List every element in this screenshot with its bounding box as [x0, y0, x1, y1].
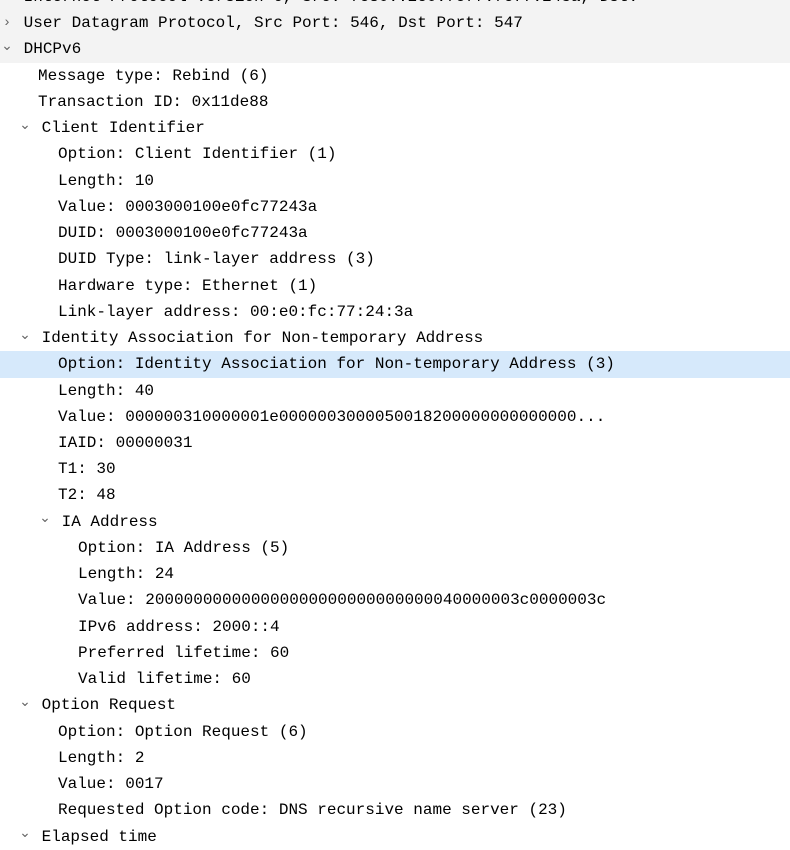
field-label: Value: 0017 [58, 775, 164, 793]
field-label: Length: 2 [58, 749, 144, 767]
tree-row[interactable]: Length: 2 [0, 745, 790, 771]
tree-row[interactable]: Valid lifetime: 60 [0, 666, 790, 692]
field-label: T1: 30 [58, 460, 116, 478]
tree-row-dhcpv6[interactable]: DHCPv6 [0, 36, 790, 62]
chevron-down-icon[interactable] [18, 117, 32, 140]
tree-row-client-id[interactable]: Client Identifier [0, 115, 790, 141]
chevron-down-icon[interactable] [18, 694, 32, 717]
tree-row[interactable]: DUID Type: link-layer address (3) [0, 246, 790, 272]
tree-row[interactable]: Preferred lifetime: 60 [0, 640, 790, 666]
field-label: Hardware type: Ethernet (1) [58, 277, 317, 295]
tree-row[interactable]: T1: 30 [0, 456, 790, 482]
tree-row-ia-na[interactable]: Identity Association for Non-temporary A… [0, 325, 790, 351]
field-label: DUID: 0003000100e0fc77243a [58, 224, 308, 242]
tree-row[interactable]: IAID: 00000031 [0, 430, 790, 456]
field-label: DHCPv6 [24, 40, 82, 58]
field-label: Length: 10 [58, 172, 154, 190]
chevron-down-icon[interactable] [0, 38, 14, 61]
tree-row[interactable]: Requested Option code: DNS recursive nam… [0, 797, 790, 823]
tree-row[interactable]: Value: 200000000000000000000000000000040… [0, 587, 790, 613]
tree-row-option-request[interactable]: Option Request [0, 692, 790, 718]
field-label: Option: Option Request (6) [58, 723, 308, 741]
field-label: Internet Protocol Version 6, Src: fe80::… [24, 0, 639, 6]
field-label: Option: IA Address (5) [78, 539, 289, 557]
tree-row-selected[interactable]: Option: Identity Association for Non-tem… [0, 351, 790, 377]
tree-row[interactable]: Message type: Rebind (6) [0, 63, 790, 89]
chevron-right-icon[interactable] [0, 0, 14, 8]
field-label: Length: 40 [58, 382, 154, 400]
tree-row[interactable]: Transaction ID: 0x11de88 [0, 89, 790, 115]
field-label: Option: Client Identifier (1) [58, 145, 336, 163]
tree-row[interactable]: DUID: 0003000100e0fc77243a [0, 220, 790, 246]
tree-row[interactable]: Link-layer address: 00:e0:fc:77:24:3a [0, 299, 790, 325]
chevron-right-icon[interactable] [0, 12, 14, 35]
chevron-down-icon[interactable] [18, 825, 32, 848]
tree-row-udp[interactable]: User Datagram Protocol, Src Port: 546, D… [0, 10, 790, 36]
chevron-down-icon[interactable] [38, 510, 52, 533]
field-label: Identity Association for Non-temporary A… [42, 329, 484, 347]
field-label: IAID: 00000031 [58, 434, 192, 452]
tree-row-ia-addr[interactable]: IA Address [0, 509, 790, 535]
field-label: Value: 000000310000001e00000030000500182… [58, 408, 605, 426]
tree-row[interactable]: Hardware type: Ethernet (1) [0, 273, 790, 299]
field-label: Message type: Rebind (6) [38, 67, 268, 85]
field-label: Option: Identity Association for Non-tem… [58, 355, 615, 373]
field-label: Transaction ID: 0x11de88 [38, 93, 268, 111]
chevron-down-icon[interactable] [18, 327, 32, 350]
field-label: Elapsed time [42, 828, 157, 846]
tree-row[interactable]: T2: 48 [0, 482, 790, 508]
tree-row[interactable]: Option: IA Address (5) [0, 535, 790, 561]
tree-row[interactable]: Value: 000000310000001e00000030000500182… [0, 404, 790, 430]
tree-row[interactable]: Length: 40 [0, 378, 790, 404]
field-label: Preferred lifetime: 60 [78, 644, 289, 662]
field-label: IA Address [62, 513, 158, 531]
field-label: IPv6 address: 2000::4 [78, 618, 280, 636]
tree-row-elapsed-time[interactable]: Elapsed time [0, 824, 790, 850]
tree-row-ipv6[interactable]: Internet Protocol Version 6, Src: fe80::… [0, 0, 790, 10]
tree-row[interactable]: Length: 10 [0, 168, 790, 194]
tree-row[interactable]: Value: 0003000100e0fc77243a [0, 194, 790, 220]
tree-row[interactable]: IPv6 address: 2000::4 [0, 614, 790, 640]
field-label: Requested Option code: DNS recursive nam… [58, 801, 567, 819]
tree-row[interactable]: Option: Option Request (6) [0, 719, 790, 745]
tree-row[interactable]: Value: 0017 [0, 771, 790, 797]
field-label: Value: 200000000000000000000000000000040… [78, 591, 606, 609]
field-label: Valid lifetime: 60 [78, 670, 251, 688]
field-label: T2: 48 [58, 486, 116, 504]
field-label: DUID Type: link-layer address (3) [58, 250, 375, 268]
field-label: Length: 24 [78, 565, 174, 583]
field-label: Client Identifier [42, 119, 205, 137]
field-label: Link-layer address: 00:e0:fc:77:24:3a [58, 303, 413, 321]
tree-row[interactable]: Option: Client Identifier (1) [0, 141, 790, 167]
tree-row[interactable]: Length: 24 [0, 561, 790, 587]
field-label: Option Request [42, 696, 176, 714]
field-label: Value: 0003000100e0fc77243a [58, 198, 317, 216]
field-label: User Datagram Protocol, Src Port: 546, D… [24, 14, 523, 32]
